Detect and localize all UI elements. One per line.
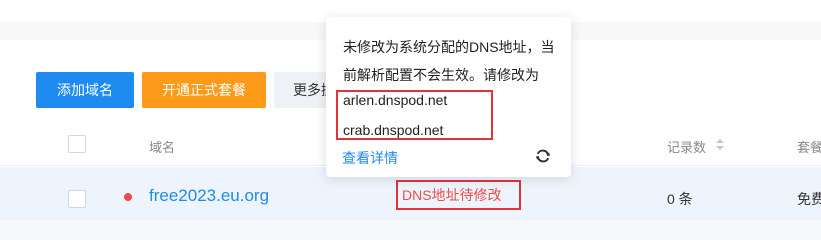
- view-details-link[interactable]: 查看详情: [342, 148, 398, 168]
- header-record-count[interactable]: 记录数: [667, 137, 706, 156]
- nameserver-2: crab.dnspod.net: [343, 122, 444, 138]
- row-checkbox[interactable]: [68, 190, 86, 208]
- domain-link[interactable]: free2023.eu.org: [149, 186, 269, 206]
- refresh-icon[interactable]: [534, 147, 552, 165]
- open-package-button[interactable]: 开通正式套餐: [142, 72, 266, 108]
- nameserver-1: arlen.dnspod.net: [343, 92, 448, 108]
- status-dot: [124, 193, 132, 201]
- header-plan: 套餐: [797, 140, 821, 155]
- record-count: 0 条: [667, 191, 693, 207]
- header-domain: 域名: [149, 140, 176, 155]
- sort-icon[interactable]: [715, 139, 725, 151]
- popover-message: 未修改为系统分配的DNS地址，当前解析配置不会生效。请修改为: [343, 39, 555, 83]
- select-all-checkbox[interactable]: [68, 135, 86, 153]
- plan-name: 免费版: [797, 191, 821, 207]
- add-domain-button[interactable]: 添加域名: [36, 72, 134, 108]
- dns-status-badge[interactable]: DNS地址待修改: [396, 180, 521, 210]
- dns-popover: 未修改为系统分配的DNS地址，当前解析配置不会生效。请修改为 arlen.dns…: [326, 17, 571, 177]
